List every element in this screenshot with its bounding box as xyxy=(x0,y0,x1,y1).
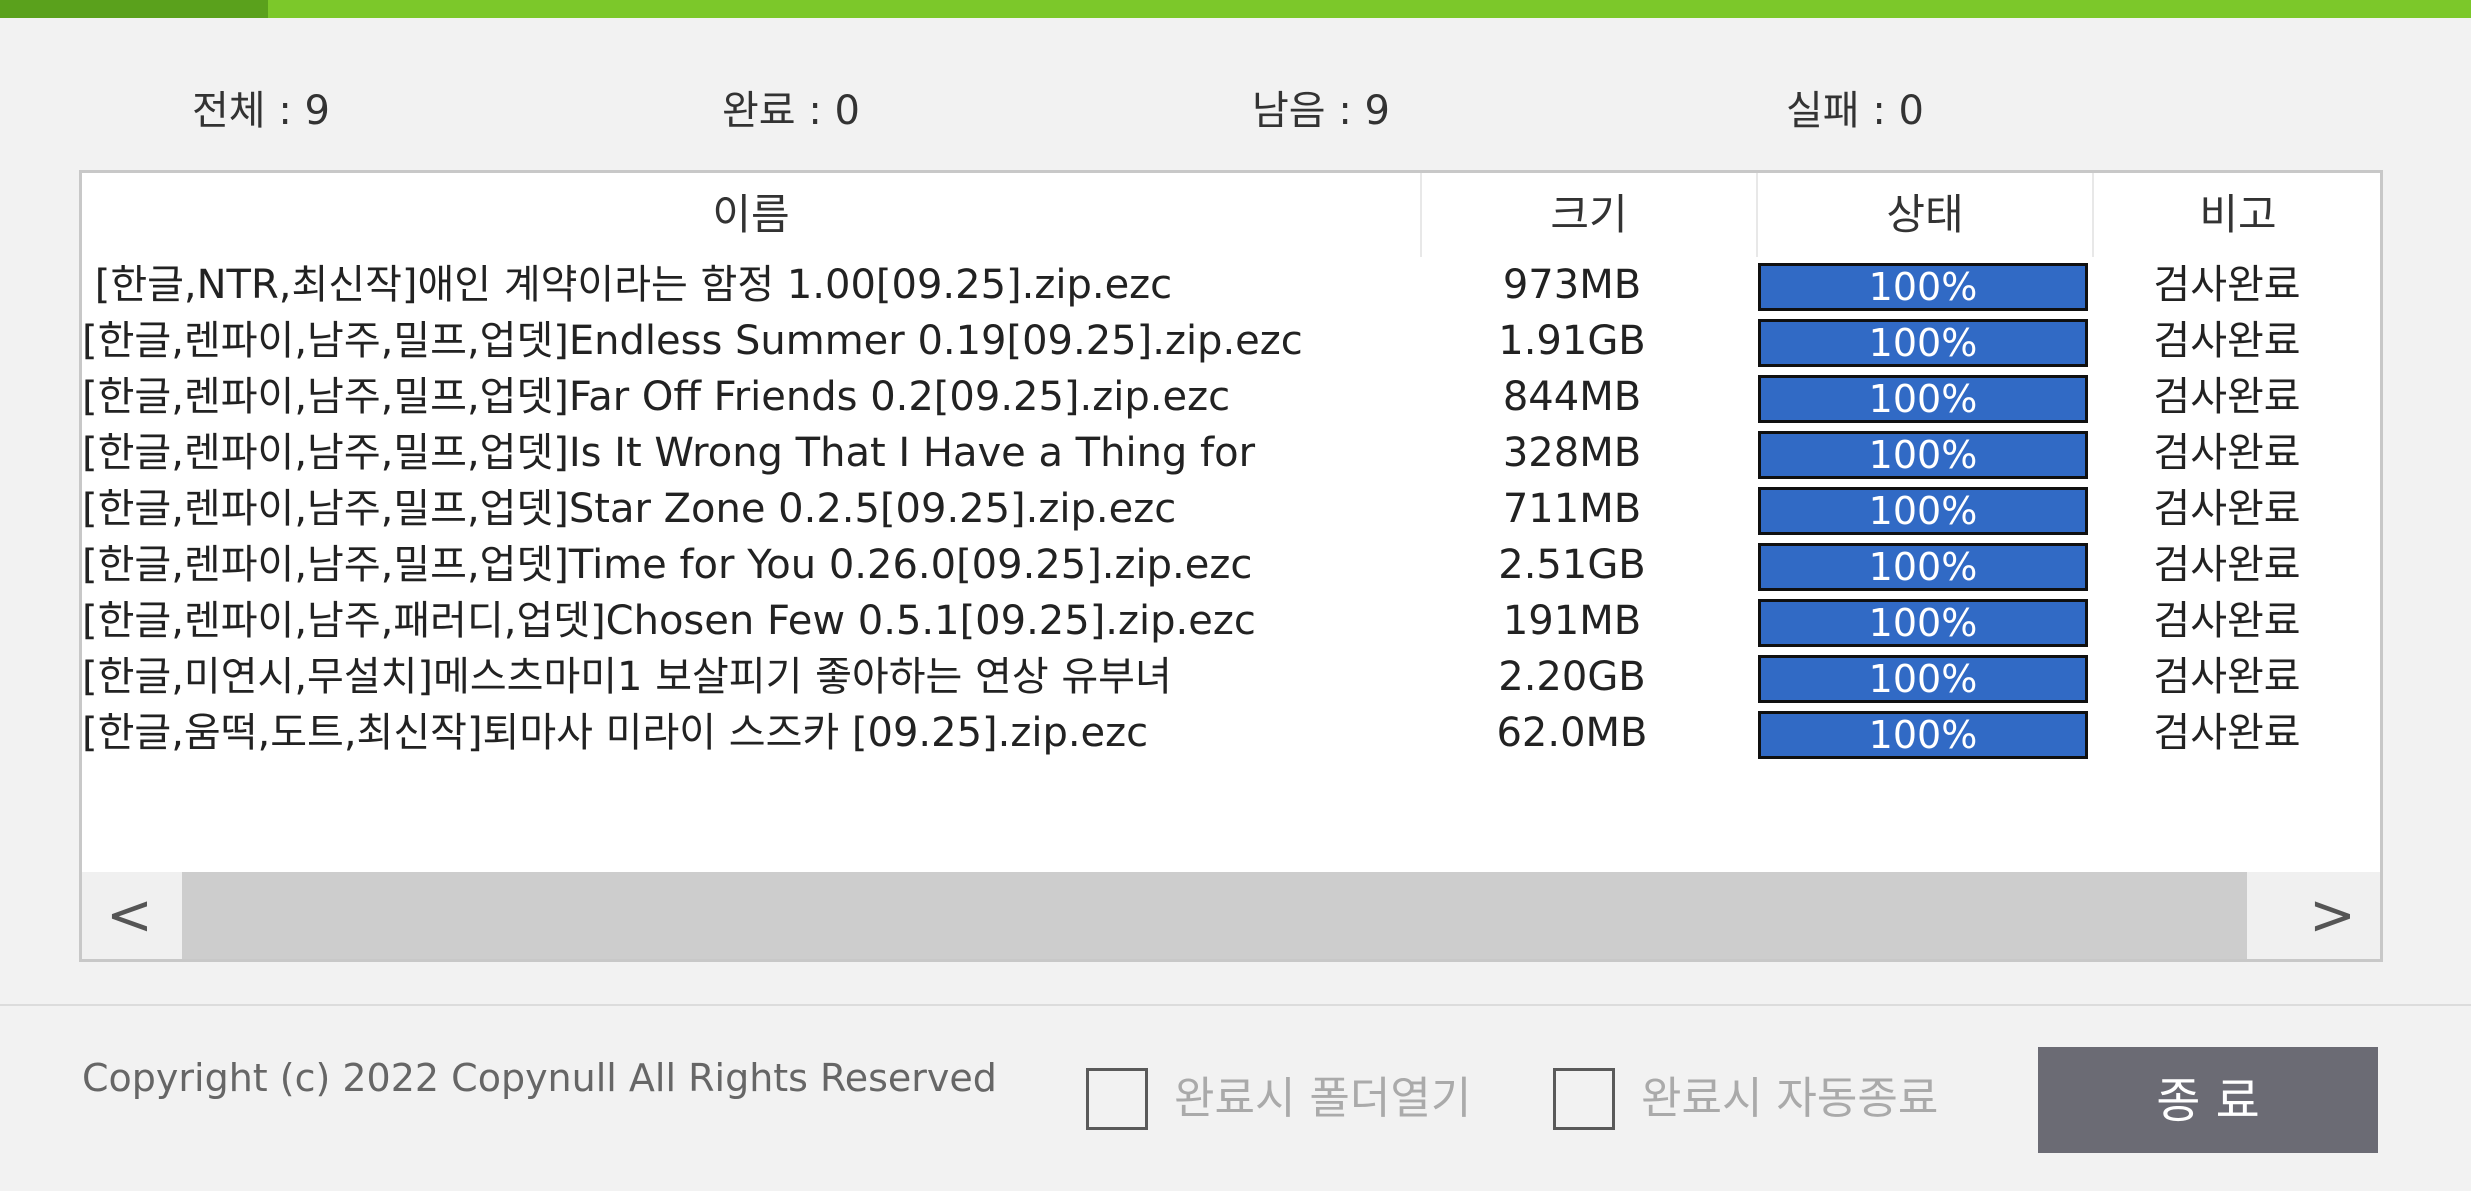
progress-text: 100% xyxy=(1868,265,1978,309)
progress-bar: 100% xyxy=(1758,431,2088,479)
scroll-right-button[interactable]: > xyxy=(2285,872,2380,959)
remark-cell: 검사완료 xyxy=(2153,542,2301,588)
file-size-cell: 1.91GB xyxy=(1498,318,1646,364)
remark-cell: 검사완료 xyxy=(2153,430,2301,476)
file-size-cell: 2.20GB xyxy=(1498,654,1646,700)
scroll-left-button[interactable]: < xyxy=(82,872,177,959)
file-list[interactable]: 이름 크기 상태 비고 [한글,NTR,최신작]애인 계약이라는 함정 1.00… xyxy=(79,170,2383,962)
progress-bar: 100% xyxy=(1758,599,2088,647)
file-name-cell: [한글,렌파이,남주,밀프,업뎃]Is It Wrong That I Have… xyxy=(82,430,1256,476)
remark-cell: 검사완료 xyxy=(2153,318,2301,364)
file-name-cell: [한글,렌파이,남주,밀프,업뎃]Far Off Friends 0.2[09.… xyxy=(82,374,1231,420)
remark-cell: 검사완료 xyxy=(2153,598,2301,644)
top-accent-bar xyxy=(0,0,2471,18)
column-header-name[interactable]: 이름 xyxy=(82,173,1420,257)
file-size-cell: 2.51GB xyxy=(1498,542,1646,588)
copyright-text: Copyright (c) 2022 Copynull All Rights R… xyxy=(82,1056,997,1100)
progress-text: 100% xyxy=(1868,713,1978,757)
progress-text: 100% xyxy=(1868,545,1978,589)
remark-cell: 검사완료 xyxy=(2153,654,2301,700)
file-name-cell: [한글,렌파이,남주,밀프,업뎃]Time for You 0.26.0[09.… xyxy=(82,542,1253,588)
table-row[interactable]: [한글,렌파이,남주,밀프,업뎃]Is It Wrong That I Have… xyxy=(82,425,2380,481)
remark-cell: 검사완료 xyxy=(2153,486,2301,532)
horizontal-scrollbar[interactable]: < > xyxy=(82,872,2380,959)
file-size-cell: 191MB xyxy=(1502,598,1642,644)
column-header-size[interactable]: 크기 xyxy=(1420,173,1756,257)
file-size-cell: 711MB xyxy=(1502,486,1642,532)
progress-bar: 100% xyxy=(1758,655,2088,703)
progress-text: 100% xyxy=(1868,377,1978,421)
table-row[interactable]: [한글,움떡,도트,최신작]퇴마사 미라이 스즈카 [09.25].zip.ez… xyxy=(82,705,2380,761)
stat-failed: 실패 : 0 xyxy=(1786,88,1924,134)
open-folder-label: 완료시 폴더열기 xyxy=(1174,1073,1472,1124)
file-name-cell: [한글,렌파이,남주,밀프,업뎃]Endless Summer 0.19[09.… xyxy=(82,318,1303,364)
file-name-cell: [한글,NTR,최신작]애인 계약이라는 함정 1.00[09.25].zip.… xyxy=(82,262,1173,308)
stat-total: 전체 : 9 xyxy=(192,88,330,134)
progress-text: 100% xyxy=(1868,657,1978,701)
file-size-cell: 844MB xyxy=(1502,374,1642,420)
table-row[interactable]: [한글,렌파이,남주,밀프,업뎃]Far Off Friends 0.2[09.… xyxy=(82,369,2380,425)
chevron-right-icon: > xyxy=(2309,883,2356,948)
footer-divider xyxy=(0,1004,2471,1006)
remark-cell: 검사완료 xyxy=(2153,262,2301,308)
stat-done: 완료 : 0 xyxy=(722,88,860,134)
progress-bar: 100% xyxy=(1758,263,2088,311)
remark-cell: 검사완료 xyxy=(2153,710,2301,756)
file-name-cell: [한글,렌파이,남주,밀프,업뎃]Star Zone 0.2.5[09.25].… xyxy=(82,486,1177,532)
table-row[interactable]: [한글,렌파이,남주,밀프,업뎃]Endless Summer 0.19[09.… xyxy=(82,313,2380,369)
progress-text: 100% xyxy=(1868,489,1978,533)
remark-cell: 검사완료 xyxy=(2153,374,2301,420)
list-header: 이름 크기 상태 비고 xyxy=(82,173,2380,257)
file-name-cell: [한글,렌파이,남주,패러디,업뎃]Chosen Few 0.5.1[09.25… xyxy=(82,598,1256,644)
file-name-cell: [한글,움떡,도트,최신작]퇴마사 미라이 스즈카 [09.25].zip.ez… xyxy=(82,710,1149,756)
chevron-left-icon: < xyxy=(106,883,153,948)
table-row[interactable]: [한글,렌파이,남주,패러디,업뎃]Chosen Few 0.5.1[09.25… xyxy=(82,593,2380,649)
progress-bar: 100% xyxy=(1758,711,2088,759)
progress-text: 100% xyxy=(1868,433,1978,477)
file-size-cell: 973MB xyxy=(1502,262,1642,308)
file-size-cell: 62.0MB xyxy=(1496,710,1648,756)
exit-button[interactable]: 종 료 xyxy=(2038,1047,2378,1153)
progress-text: 100% xyxy=(1868,601,1978,645)
auto-exit-checkbox[interactable] xyxy=(1553,1068,1615,1130)
table-row[interactable]: [한글,미연시,무설치]메스츠마미1 보살피기 좋아하는 연상 유부녀 2.20G… xyxy=(82,649,2380,705)
scrollbar-thumb[interactable] xyxy=(182,872,2247,959)
stats-bar: 전체 : 9 완료 : 0 남음 : 9 실패 : 0 xyxy=(0,78,2471,138)
progress-bar: 100% xyxy=(1758,543,2088,591)
file-size-cell: 328MB xyxy=(1502,430,1642,476)
open-folder-checkbox[interactable] xyxy=(1086,1068,1148,1130)
column-header-status[interactable]: 상태 xyxy=(1756,173,2092,257)
table-row[interactable]: [한글,렌파이,남주,밀프,업뎃]Time for You 0.26.0[09.… xyxy=(82,537,2380,593)
progress-bar: 100% xyxy=(1758,487,2088,535)
table-row[interactable]: [한글,렌파이,남주,밀프,업뎃]Star Zone 0.2.5[09.25].… xyxy=(82,481,2380,537)
auto-exit-label: 완료시 자동종료 xyxy=(1641,1073,1939,1124)
progress-bar: 100% xyxy=(1758,319,2088,367)
stat-remaining: 남음 : 9 xyxy=(1252,88,1390,134)
top-accent-bar-segment xyxy=(0,0,268,18)
progress-text: 100% xyxy=(1868,321,1978,365)
table-row[interactable]: [한글,NTR,최신작]애인 계약이라는 함정 1.00[09.25].zip.… xyxy=(82,257,2380,313)
column-header-remark[interactable]: 비고 xyxy=(2092,173,2380,257)
file-name-cell: [한글,미연시,무설치]메스츠마미1 보살피기 좋아하는 연상 유부녀 xyxy=(82,654,1172,700)
progress-bar: 100% xyxy=(1758,375,2088,423)
